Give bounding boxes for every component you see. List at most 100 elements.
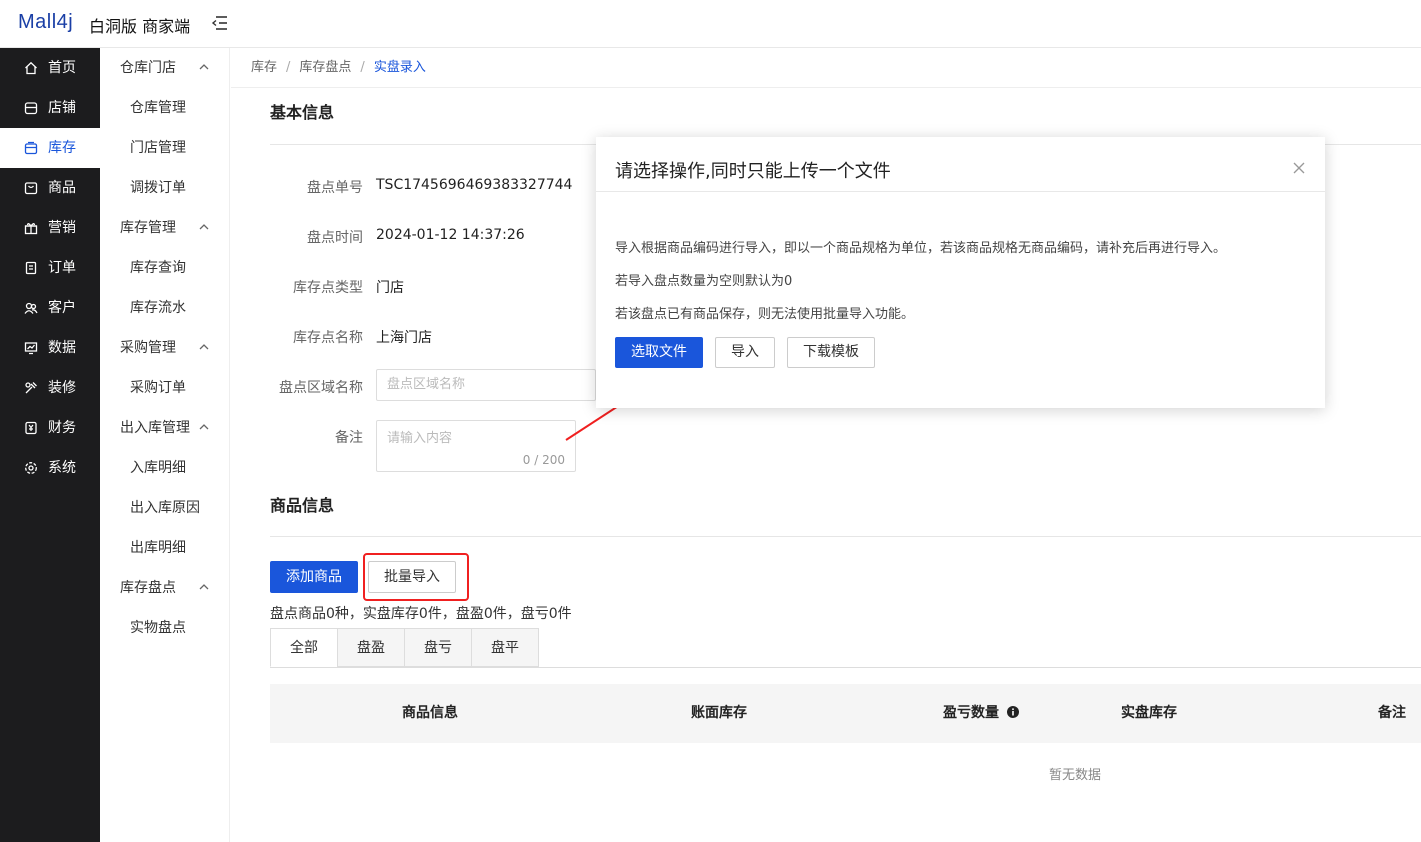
sidebar-item-shop[interactable]: 店铺 bbox=[0, 88, 100, 128]
submenu-item-purchase-order[interactable]: 采购订单 bbox=[100, 368, 229, 408]
highlight-box bbox=[363, 553, 469, 601]
tab-loss[interactable]: 盘亏 bbox=[404, 628, 472, 667]
submenu-group-inout[interactable]: 出入库管理 bbox=[100, 408, 229, 448]
submenu-group-purchase[interactable]: 采购管理 bbox=[100, 328, 229, 368]
submenu-item-store-manage[interactable]: 门店管理 bbox=[100, 128, 229, 168]
time-value: 2024-01-12 14:37:26 bbox=[376, 227, 525, 243]
home-icon bbox=[25, 61, 37, 75]
order-icon bbox=[25, 261, 37, 275]
order-no-label: 盘点单号 bbox=[307, 180, 363, 196]
chevron-up-icon bbox=[199, 64, 209, 70]
tab-divider bbox=[270, 667, 1421, 668]
submenu-group-label: 库存管理 bbox=[120, 220, 176, 236]
customer-icon bbox=[24, 302, 38, 314]
breadcrumb-separator: / bbox=[286, 60, 291, 75]
finance-icon bbox=[25, 421, 37, 435]
submenu-item-inout-reason[interactable]: 出入库原因 bbox=[100, 488, 229, 528]
info-icon[interactable] bbox=[1006, 706, 1019, 718]
data-icon bbox=[24, 342, 38, 355]
sidebar-item-data[interactable]: 数据 bbox=[0, 328, 100, 368]
dialog-note-3: 若该盘点已有商品保存，则无法使用批量导入功能。 bbox=[615, 307, 915, 322]
chevron-up-icon bbox=[199, 584, 209, 590]
submenu-item-inbound-detail[interactable]: 入库明细 bbox=[100, 448, 229, 488]
sidebar-item-order[interactable]: 订单 bbox=[0, 248, 100, 288]
column-book-stock: 账面库存 bbox=[691, 705, 747, 721]
goods-info-title: 商品信息 bbox=[270, 496, 335, 515]
sidebar-item-label: 客户 bbox=[48, 300, 76, 316]
add-goods-button[interactable]: 添加商品 bbox=[270, 561, 358, 593]
import-button[interactable]: 导入 bbox=[715, 337, 775, 368]
secondary-sidebar: 仓库门店 仓库管理 门店管理 调拨订单 库存管理 库存查询 库存流水 采购管理 … bbox=[100, 48, 230, 842]
close-icon[interactable] bbox=[1293, 162, 1305, 174]
sidebar-item-label: 装修 bbox=[48, 380, 76, 396]
system-icon bbox=[25, 462, 37, 474]
column-remark: 备注 bbox=[1378, 705, 1406, 721]
remark-textarea[interactable]: 请输入内容 0 / 200 bbox=[376, 420, 576, 472]
sidebar-item-label: 库存 bbox=[48, 140, 76, 156]
stocktake-summary: 盘点商品0种，实盘库存0件，盘盈0件，盘亏0件 bbox=[270, 606, 572, 622]
remark-counter: 0 / 200 bbox=[522, 453, 565, 467]
chevron-up-icon bbox=[199, 344, 209, 350]
breadcrumb-item-stock[interactable]: 库存 bbox=[251, 60, 277, 75]
sidebar-item-label: 订单 bbox=[48, 260, 76, 276]
select-file-button[interactable]: 选取文件 bbox=[615, 337, 703, 368]
sidebar-item-label: 财务 bbox=[48, 420, 76, 436]
submenu-group-stock-manage[interactable]: 库存管理 bbox=[100, 208, 229, 248]
time-label: 盘点时间 bbox=[307, 230, 363, 246]
menu-fold-icon[interactable] bbox=[211, 14, 229, 32]
submenu-group-label: 采购管理 bbox=[120, 340, 176, 356]
point-name-value: 上海门店 bbox=[376, 330, 432, 346]
sidebar-item-decorate[interactable]: 装修 bbox=[0, 368, 100, 408]
sidebar-item-stock[interactable]: 库存 bbox=[0, 128, 100, 168]
submenu-item-physical-stocktake[interactable]: 实物盘点 bbox=[100, 608, 229, 648]
sidebar-item-label: 首页 bbox=[48, 60, 76, 76]
submenu-group-label: 出入库管理 bbox=[120, 420, 190, 436]
empty-text: 暂无数据 bbox=[1049, 768, 1102, 783]
dialog-title: 请选择操作,同时只能上传一个文件 bbox=[615, 161, 891, 182]
divider bbox=[270, 536, 1421, 537]
sidebar-item-marketing[interactable]: 营销 bbox=[0, 208, 100, 248]
sidebar-item-home[interactable]: 首页 bbox=[0, 48, 100, 88]
breadcrumb-item-stocktake[interactable]: 库存盘点 bbox=[299, 60, 351, 75]
submenu-item-outbound-detail[interactable]: 出库明细 bbox=[100, 528, 229, 568]
edition-title: 白洞版 商家端 bbox=[89, 17, 191, 36]
column-goods-info: 商品信息 bbox=[402, 705, 458, 721]
column-actual-stock: 实盘库存 bbox=[1121, 705, 1177, 721]
sidebar-item-customer[interactable]: 客户 bbox=[0, 288, 100, 328]
point-type-label: 库存点类型 bbox=[293, 280, 363, 296]
logo[interactable]: Mall4j bbox=[18, 11, 73, 34]
sidebar-item-goods[interactable]: 商品 bbox=[0, 168, 100, 208]
chevron-up-icon bbox=[199, 224, 209, 230]
tab-even[interactable]: 盘平 bbox=[471, 628, 539, 667]
tab-surplus[interactable]: 盘盈 bbox=[337, 628, 405, 667]
download-template-button[interactable]: 下载模板 bbox=[787, 337, 875, 368]
sidebar-item-finance[interactable]: 财务 bbox=[0, 408, 100, 448]
dialog-note-1: 导入根据商品编码进行导入，即以一个商品规格为单位，若该商品规格无商品编码，请补充… bbox=[615, 241, 1227, 256]
submenu-group-stocktake[interactable]: 库存盘点 bbox=[100, 568, 229, 608]
sidebar-item-label: 系统 bbox=[48, 460, 76, 476]
gift-icon bbox=[24, 223, 38, 235]
breadcrumb-separator: / bbox=[360, 60, 365, 75]
submenu-item-stock-flow[interactable]: 库存流水 bbox=[100, 288, 229, 328]
submenu-item-warehouse-manage[interactable]: 仓库管理 bbox=[100, 88, 229, 128]
order-no-value: TSC1745696469383327744 bbox=[376, 177, 573, 193]
sidebar-item-label: 店铺 bbox=[48, 100, 76, 116]
tab-all[interactable]: 全部 bbox=[270, 628, 338, 667]
column-diff-qty: 盈亏数量 bbox=[943, 684, 1019, 743]
remark-label: 备注 bbox=[335, 430, 363, 446]
submenu-item-stock-query[interactable]: 库存查询 bbox=[100, 248, 229, 288]
breadcrumb: 库存 / 库存盘点 / 实盘录入 bbox=[231, 48, 1421, 88]
remark-placeholder: 请输入内容 bbox=[387, 431, 453, 446]
sidebar-item-label: 商品 bbox=[48, 180, 76, 196]
dialog-note-2: 若导入盘点数量为空则默认为0 bbox=[615, 274, 793, 289]
top-bar: Mall4j 白洞版 商家端 bbox=[0, 0, 1421, 48]
goods-icon bbox=[24, 182, 38, 195]
import-dialog: 请选择操作,同时只能上传一个文件 导入根据商品编码进行导入，即以一个商品规格为单… bbox=[596, 137, 1325, 408]
basic-info-title: 基本信息 bbox=[270, 103, 335, 122]
sidebar-item-system[interactable]: 系统 bbox=[0, 448, 100, 488]
submenu-group-warehouse[interactable]: 仓库门店 bbox=[100, 48, 229, 88]
decorate-icon bbox=[25, 382, 37, 394]
submenu-group-label: 仓库门店 bbox=[120, 60, 176, 76]
submenu-item-transfer-order[interactable]: 调拨订单 bbox=[100, 168, 229, 208]
breadcrumb-current: 实盘录入 bbox=[373, 60, 426, 75]
